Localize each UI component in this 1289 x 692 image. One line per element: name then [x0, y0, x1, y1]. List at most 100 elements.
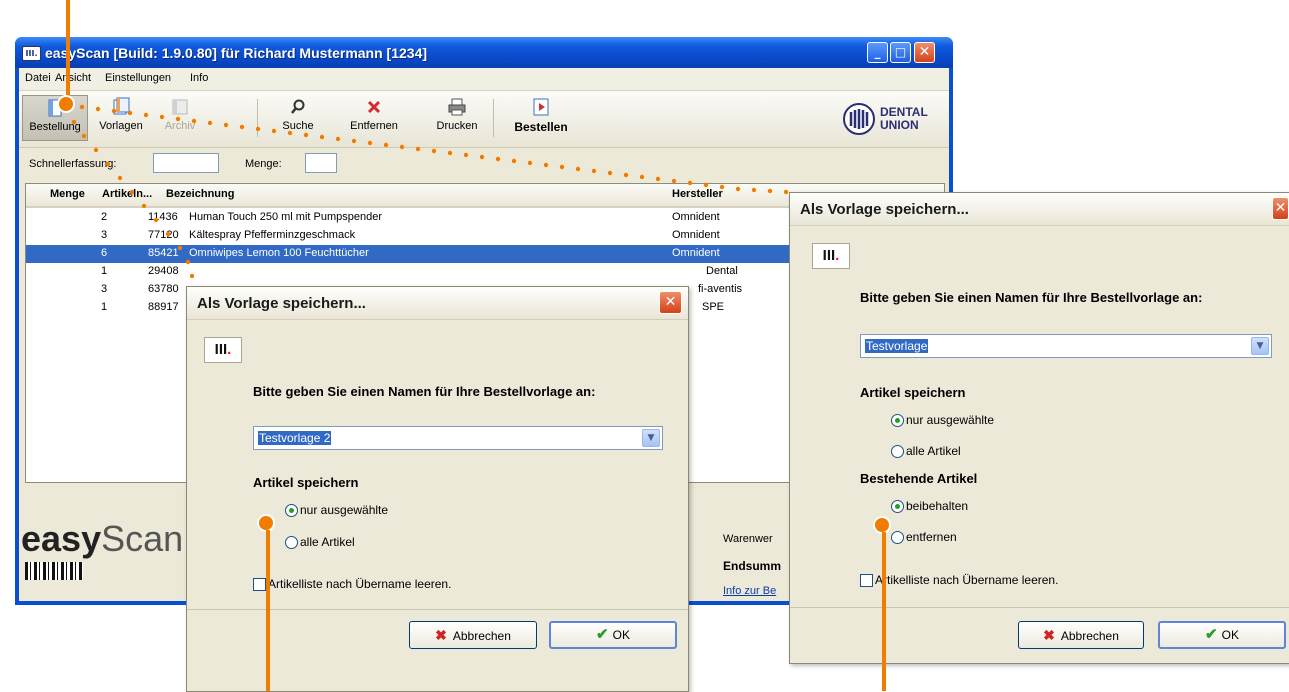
menu-datei[interactable]: Datei [25, 72, 51, 84]
cell-menge: 6 [101, 247, 108, 259]
dialog-prompt: Bitte geben Sie einen Namen für Ihre Bes… [253, 384, 596, 399]
easyscan-dialog-logo: III. [204, 337, 242, 363]
template-name-combobox[interactable]: Testvorlage ▼ [860, 334, 1272, 358]
radio-unchecked-icon[interactable] [891, 531, 904, 545]
radio-unchecked-icon[interactable] [285, 536, 298, 550]
menu-einstellungen[interactable]: Einstellungen [105, 72, 171, 84]
radio-unchecked-icon[interactable] [891, 445, 904, 459]
dialog-logo-text: III [214, 341, 228, 358]
radio-alle-artikel[interactable]: alle Artikel [891, 444, 961, 459]
dialog-footer-separator [187, 609, 688, 610]
menu-ansicht[interactable]: Ansicht [55, 72, 91, 84]
dialog-titlebar[interactable]: Als Vorlage speichern... ✕ [790, 193, 1289, 226]
cancel-label: Abbrechen [1060, 629, 1119, 643]
callout-line-left [266, 530, 270, 691]
checkbox-label: Artikelliste nach Übername leeren. [875, 573, 1059, 587]
cell-menge: 1 [101, 265, 108, 277]
cell-artikel: 77120 [148, 229, 179, 241]
toolbar-separator [493, 99, 494, 137]
barcode-icon [25, 562, 83, 580]
checkbox-clear-list[interactable]: Artikelliste nach Übername leeren. [253, 577, 452, 592]
chevron-down-icon[interactable]: ▼ [642, 429, 660, 447]
brand-part1: easy [21, 518, 102, 559]
cell-bezeichnung: Kältespray Pfefferminzgeschmack [189, 229, 356, 241]
callout-line-top [66, 0, 70, 97]
cell-menge: 3 [101, 229, 108, 241]
toolbar-drucken-button[interactable]: Drucken [430, 95, 484, 141]
template-name-value: Testvorlage 2 [258, 431, 332, 445]
dental-union-logo-icon [843, 103, 875, 135]
dialog-logo-text: III [822, 247, 836, 264]
radio-beibehalten[interactable]: beibehalten [891, 499, 969, 514]
radio-checked-icon[interactable] [891, 414, 904, 428]
menu-info[interactable]: Info [190, 72, 208, 84]
toolbar-bestellung-button[interactable]: Bestellung [22, 95, 88, 141]
summary-info-link[interactable]: Info zur Be [723, 585, 776, 597]
ok-label: OK [1221, 628, 1239, 642]
dialog-close-button[interactable]: ✕ [1272, 197, 1289, 220]
toolbar: Bestellung Vorlagen Archiv Suche Entfern… [19, 91, 949, 148]
toolbar-bestellen-button[interactable]: Bestellen [506, 95, 576, 141]
quantity-input[interactable] [305, 153, 337, 173]
cancel-button[interactable]: ✖ Abbrechen [409, 621, 537, 649]
toolbar-label: Drucken [436, 120, 478, 132]
checkbox-icon[interactable] [860, 574, 873, 588]
toolbar-label: Bestellung [29, 121, 81, 133]
quick-entry-bar: Schnellerfassung: Menge: [19, 148, 949, 180]
column-header-hersteller[interactable]: Hersteller [672, 188, 723, 200]
template-name-combobox[interactable]: Testvorlage 2 ▼ [253, 426, 663, 450]
easyscan-logo-text: easyScan [21, 518, 183, 560]
dental-union-logo: DENTAL UNION [842, 102, 938, 138]
radio-entfernen[interactable]: entfernen [891, 530, 957, 545]
toolbar-label: Vorlagen [99, 120, 143, 132]
chevron-down-icon[interactable]: ▼ [1251, 337, 1269, 355]
column-header-bezeichnung[interactable]: Bezeichnung [166, 188, 234, 200]
checkbox-label: Artikelliste nach Übername leeren. [268, 577, 452, 591]
column-header-menge[interactable]: Menge [50, 188, 85, 200]
radio-nur-ausgewaehlte[interactable]: nur ausgewählte [891, 413, 995, 428]
toolbar-label: Archiv [164, 120, 196, 132]
dialog-titlebar[interactable]: Als Vorlage speichern... ✕ [187, 287, 688, 320]
radio-label: nur ausgewählte [906, 413, 995, 427]
dialog-close-button[interactable]: ✕ [659, 291, 682, 314]
template-name-value: Testvorlage [865, 339, 929, 353]
cell-artikel: 63780 [148, 283, 179, 295]
toolbar-archiv-button[interactable]: Archiv [155, 95, 205, 141]
ok-button[interactable]: ✔ OK [1158, 621, 1286, 649]
quantity-label: Menge: [245, 158, 282, 170]
dental-union-logo-text: DENTAL UNION [880, 106, 928, 132]
radio-label: alle Artikel [300, 535, 355, 549]
quick-entry-input[interactable] [153, 153, 219, 173]
window-title: easyScan [Build: 1.9.0.80] für Richard M… [45, 45, 428, 61]
cancel-button[interactable]: ✖ Abbrechen [1018, 621, 1144, 649]
column-header-artikel[interactable]: Artikeln... [102, 188, 152, 200]
checkbox-clear-list[interactable]: Artikelliste nach Übername leeren. [860, 573, 1059, 588]
checkbox-icon[interactable] [253, 578, 266, 592]
toolbar-suche-button[interactable]: Suche [274, 95, 322, 141]
minimize-button[interactable]: _ [867, 42, 888, 63]
remove-icon [367, 100, 381, 114]
cell-hersteller: SPE [702, 301, 725, 313]
maximize-button[interactable]: □ [890, 42, 911, 63]
dialog-title: Als Vorlage speichern... [800, 201, 969, 218]
radio-nur-ausgewaehlte[interactable]: nur ausgewählte [285, 503, 388, 518]
ok-button[interactable]: ✔ OK [549, 621, 677, 649]
radio-label: beibehalten [906, 499, 969, 513]
cancel-x-icon: ✖ [1043, 627, 1055, 643]
toolbar-label: Suche [282, 120, 314, 132]
cell-hersteller: fi-aventis [698, 283, 743, 295]
radio-checked-icon[interactable] [285, 504, 298, 518]
radio-alle-artikel[interactable]: alle Artikel [285, 535, 355, 550]
close-button[interactable]: ✕ [914, 42, 935, 63]
cell-artikel: 11436 [148, 211, 178, 223]
search-icon [291, 99, 305, 114]
quick-entry-label: Schnellerfassung: [29, 158, 117, 170]
templates-icon [113, 97, 130, 115]
submit-order-icon [533, 98, 549, 116]
cell-bezeichnung: Omniwipes Lemon 100 Feuchttücher [189, 247, 369, 259]
radio-checked-icon[interactable] [891, 500, 904, 514]
toolbar-vorlagen-button[interactable]: Vorlagen [91, 95, 151, 141]
main-titlebar[interactable]: III. easyScan [Build: 1.9.0.80] für Rich… [15, 37, 953, 68]
toolbar-separator [257, 99, 258, 137]
toolbar-entfernen-button[interactable]: Entfernen [341, 95, 407, 141]
